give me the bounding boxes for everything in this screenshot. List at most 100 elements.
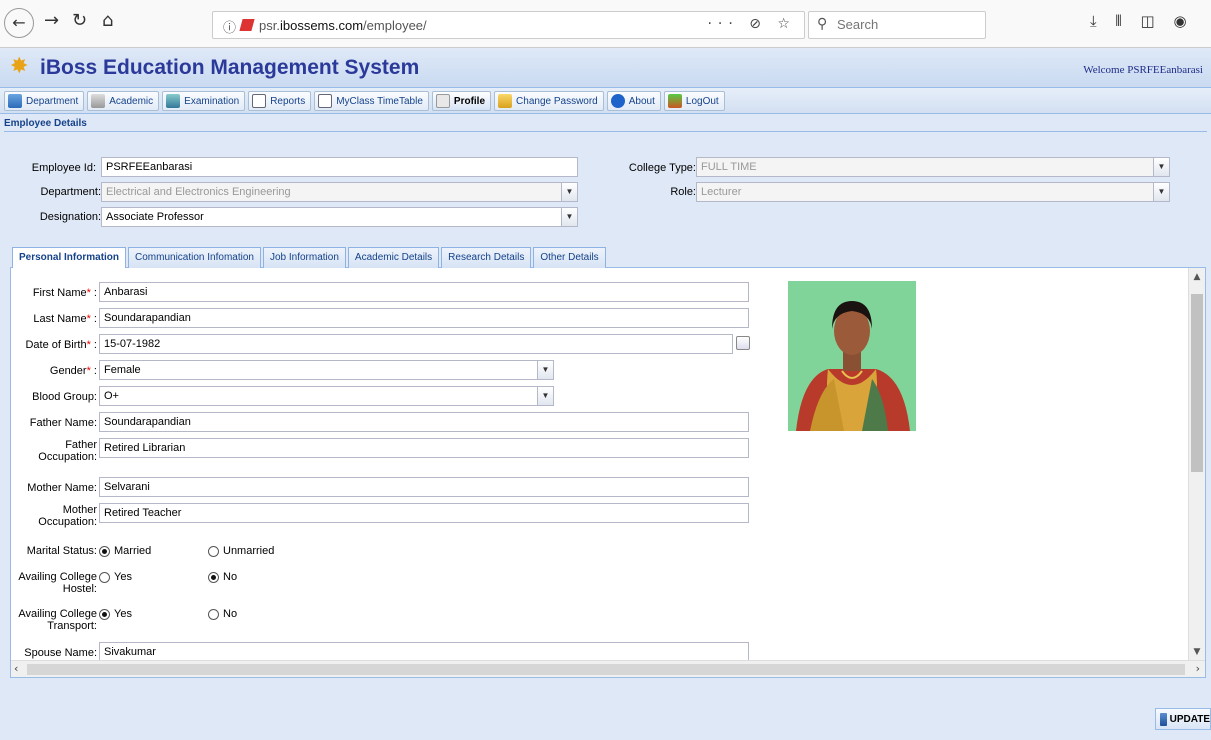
last-name-label: Last Name* : <box>33 313 97 325</box>
spouse-name-label: Spouse Name: <box>24 647 97 659</box>
forward-button[interactable]: → <box>44 10 59 31</box>
dob-label: Date of Birth* : <box>25 339 97 351</box>
horizontal-scrollbar[interactable]: ‹ › <box>11 660 1205 677</box>
radio-empty-icon <box>208 608 219 620</box>
mother-name-field[interactable]: Selvarani <box>99 477 749 497</box>
menu-change-password[interactable]: Change Password <box>494 91 604 111</box>
first-name-label: First Name* : <box>32 287 97 299</box>
menu-reports[interactable]: Reports <box>248 91 312 111</box>
department-icon <box>8 94 22 108</box>
marital-status-label: Marital Status: <box>26 545 97 557</box>
tab-academic-details[interactable]: Academic Details <box>347 247 440 268</box>
reload-button[interactable]: ↻ <box>72 10 87 31</box>
scroll-up-icon[interactable]: ▲ <box>1189 272 1205 282</box>
search-icon: ⚲ <box>817 16 828 32</box>
menu-academic[interactable]: Academic <box>87 91 160 111</box>
employee-id-field[interactable]: PSRFEEanbarasi <box>101 157 578 177</box>
search-input[interactable] <box>837 17 977 32</box>
logout-icon <box>667 94 682 108</box>
home-button[interactable]: ⌂ <box>102 10 113 31</box>
mother-occupation-label: Mother Occupation: <box>38 504 97 528</box>
tab-research-details[interactable]: Research Details <box>441 247 532 268</box>
app-title: iBoss Education Management System <box>40 56 420 79</box>
hostel-label: Availing College Hostel: <box>18 571 97 595</box>
designation-select[interactable]: Associate Professor ▼ <box>101 207 578 227</box>
examination-icon <box>166 94 181 108</box>
employee-details-header: Employee Details <box>4 118 1207 132</box>
chevron-down-icon: ▼ <box>561 183 577 201</box>
transport-yes-radio[interactable]: Yes <box>99 608 132 620</box>
menu-profile[interactable]: Profile <box>431 91 492 111</box>
college-type-label: College Type: <box>628 162 696 174</box>
hostel-yes-radio[interactable]: Yes <box>99 571 132 583</box>
academic-icon <box>91 94 106 108</box>
tab-other-details[interactable]: Other Details <box>533 247 606 268</box>
welcome-text: Welcome PSRFEEanbarasi <box>1083 64 1203 76</box>
page-actions[interactable]: ··· ⊘ ☆ <box>707 16 796 32</box>
dob-field[interactable]: 15-07-1982 <box>99 334 733 354</box>
radio-selected-icon <box>99 608 110 620</box>
browser-tools: ⤓ ⫴ ◫ ◉ <box>1090 12 1201 30</box>
menu-timetable[interactable]: MyClass TimeTable <box>314 91 429 111</box>
hostel-no-radio[interactable]: No <box>208 571 237 583</box>
first-name-field[interactable]: Anbarasi <box>99 282 749 302</box>
logo-icon: ✸ <box>10 54 29 79</box>
chevron-down-icon: ▼ <box>1153 158 1169 176</box>
transport-label: Availing College Transport: <box>18 608 97 632</box>
chevron-down-icon: ▼ <box>561 208 577 226</box>
url-text[interactable]: psr.ibossems.com/employee/ <box>259 18 427 33</box>
info-icon <box>610 94 625 108</box>
transport-no-radio[interactable]: No <box>208 608 237 620</box>
mother-occupation-field[interactable]: Retired Teacher <box>99 503 749 523</box>
tab-job-information[interactable]: Job Information <box>262 247 346 268</box>
download-icon[interactable]: ⤓ <box>1090 12 1097 30</box>
app-header: ✸ iBoss Education Management System Welc… <box>0 48 1211 88</box>
tab-personal-information[interactable]: Personal Information <box>12 247 127 269</box>
last-name-field[interactable]: Soundarapandian <box>99 308 749 328</box>
vertical-scrollbar[interactable]: ▲ ▼ <box>1188 268 1205 661</box>
info-icon[interactable]: ⓘ <box>223 17 236 36</box>
chevron-down-icon: ▼ <box>537 387 553 405</box>
mother-name-label: Mother Name: <box>27 482 97 494</box>
menu-about[interactable]: About <box>606 91 661 111</box>
back-button[interactable]: ← <box>4 8 34 38</box>
address-bar[interactable]: ⓘ psr.ibossems.com/employee/ ··· ⊘ ☆ <box>212 11 805 39</box>
unmarried-radio[interactable]: Unmarried <box>208 545 274 557</box>
search-bar[interactable]: ⚲ <box>808 11 986 39</box>
scroll-left-icon[interactable]: ‹ <box>14 662 18 675</box>
profile-photo <box>788 281 916 431</box>
department-select[interactable]: Electrical and Electronics Engineering ▼ <box>101 182 578 202</box>
role-label: Role: <box>670 186 696 198</box>
father-occupation-field[interactable]: Retired Librarian <box>99 438 749 458</box>
role-select[interactable]: Lecturer ▼ <box>696 182 1170 202</box>
married-radio[interactable]: Married <box>99 545 151 557</box>
designation-label: Designation: <box>39 211 101 223</box>
father-name-field[interactable]: Soundarapandian <box>99 412 749 432</box>
department-label: Department: <box>40 186 101 198</box>
extension-icon[interactable]: ◉ <box>1173 12 1186 30</box>
menu-logout[interactable]: LogOut <box>663 91 725 111</box>
save-icon <box>1160 712 1167 726</box>
father-occupation-label: Father Occupation: <box>38 439 97 463</box>
main-menu: Department Academic Examination Reports … <box>0 88 1211 114</box>
calendar-icon[interactable] <box>736 336 750 350</box>
college-type-select[interactable]: FULL TIME ▼ <box>696 157 1170 177</box>
tab-communication-information[interactable]: Communication Infomation <box>128 247 261 268</box>
scroll-thumb[interactable] <box>27 664 1185 675</box>
father-name-label: Father Name: <box>29 417 97 429</box>
reports-icon <box>252 94 267 108</box>
scroll-right-icon[interactable]: › <box>1196 662 1200 675</box>
spouse-name-field[interactable]: Sivakumar <box>99 642 749 662</box>
sidebar-icon[interactable]: ◫ <box>1141 12 1155 30</box>
menu-examination[interactable]: Examination <box>162 91 246 111</box>
insecure-lock-icon <box>239 19 255 31</box>
library-icon[interactable]: ⫴ <box>1115 12 1121 30</box>
menu-department[interactable]: Department <box>4 91 85 111</box>
update-button[interactable]: UPDATE <box>1155 708 1211 730</box>
blood-group-select[interactable]: O+ ▼ <box>99 386 554 406</box>
scroll-thumb[interactable] <box>1191 294 1203 472</box>
scroll-down-icon[interactable]: ▼ <box>1189 647 1205 657</box>
gender-label: Gender* : <box>49 365 97 377</box>
gender-select[interactable]: Female ▼ <box>99 360 554 380</box>
browser-toolbar: ← → ↻ ⌂ ⓘ psr.ibossems.com/employee/ ···… <box>0 0 1211 48</box>
